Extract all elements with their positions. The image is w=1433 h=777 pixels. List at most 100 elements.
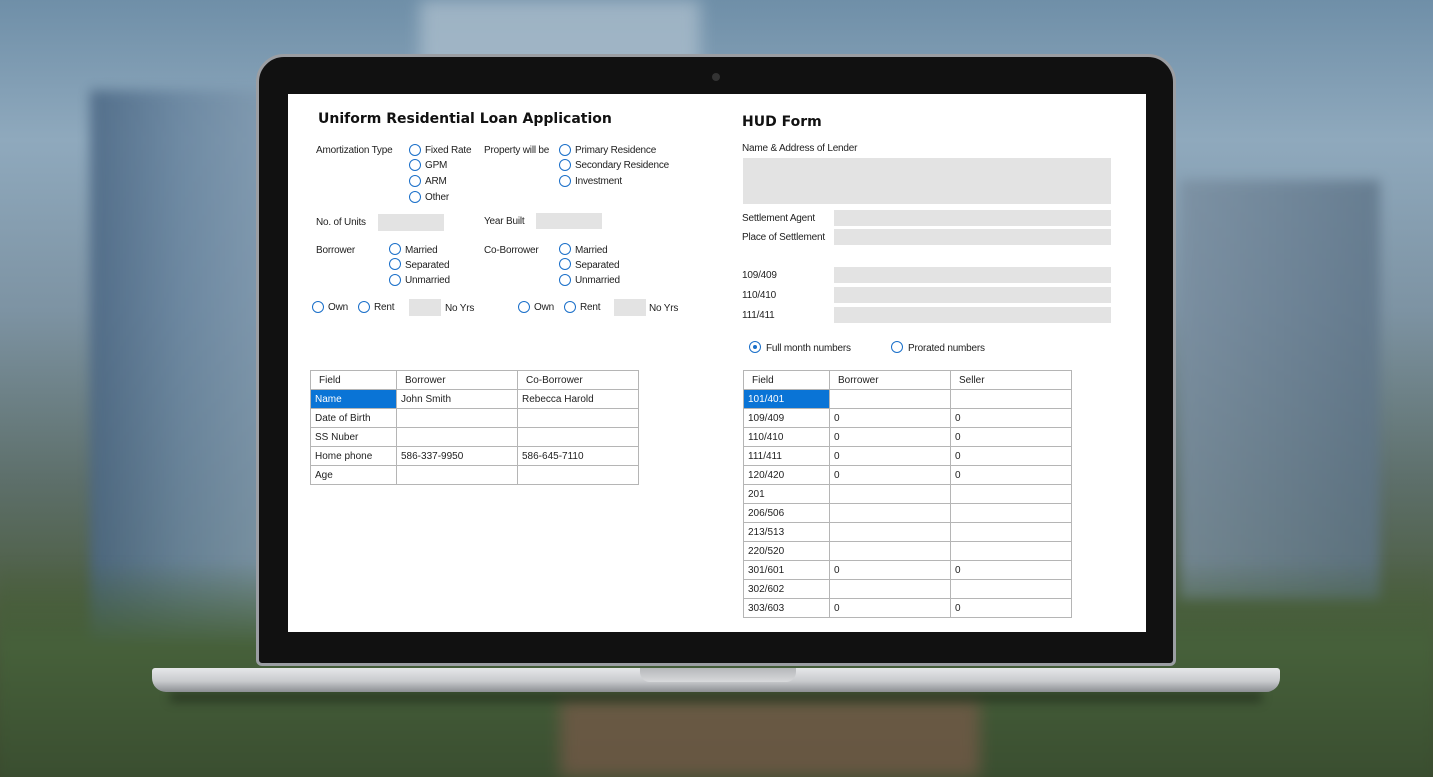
table-cell[interactable]: SS Nuber — [310, 427, 397, 447]
table-cell[interactable]: 301/601 — [743, 560, 830, 580]
year-built-input[interactable] — [536, 213, 602, 229]
table-cell[interactable] — [829, 522, 951, 542]
table-cell[interactable] — [829, 389, 951, 409]
coborrower-rent-radio[interactable] — [564, 301, 576, 313]
table-cell[interactable]: 586-337-9950 — [396, 446, 518, 466]
column-header-field[interactable]: Field — [310, 370, 397, 390]
table-cell[interactable] — [517, 408, 639, 428]
borrower-married-radio[interactable] — [389, 243, 401, 255]
column-header-field[interactable]: Field — [743, 370, 830, 390]
coborrower-own-radio[interactable] — [518, 301, 530, 313]
lender-textarea[interactable] — [743, 158, 1111, 204]
line-109-input[interactable] — [834, 267, 1111, 283]
table-cell[interactable]: 0 — [829, 446, 951, 466]
column-header-borrower[interactable]: Borrower — [829, 370, 951, 390]
table-cell[interactable] — [950, 579, 1072, 599]
line-109-label: 109/409 — [742, 270, 777, 281]
coborrower-unmarried-label: Unmarried — [575, 275, 620, 286]
settlement-agent-input[interactable] — [834, 210, 1111, 226]
table-cell[interactable] — [829, 484, 951, 504]
table-cell[interactable]: Name — [310, 389, 397, 409]
table-cell[interactable] — [396, 408, 518, 428]
table-cell[interactable]: 0 — [950, 560, 1072, 580]
table-cell[interactable]: 0 — [829, 408, 951, 428]
amortization-gpm-radio[interactable] — [409, 159, 421, 171]
loan-form-title: Uniform Residential Loan Application — [318, 111, 612, 127]
table-cell[interactable]: 0 — [950, 465, 1072, 485]
table-cell[interactable] — [396, 465, 518, 485]
borrower-years-input[interactable] — [409, 299, 441, 316]
coborrower-separated-radio[interactable] — [559, 258, 571, 270]
table-cell[interactable]: 0 — [950, 427, 1072, 447]
amortization-arm-radio[interactable] — [409, 175, 421, 187]
table-cell[interactable]: 0 — [829, 598, 951, 618]
table-cell[interactable]: 220/520 — [743, 541, 830, 561]
table-row: 109/409 0 0 — [743, 408, 1072, 428]
table-cell[interactable]: 110/410 — [743, 427, 830, 447]
table-cell[interactable]: 0 — [950, 598, 1072, 618]
prorated-label: Prorated numbers — [908, 343, 985, 354]
borrower-unmarried-radio[interactable] — [389, 274, 401, 286]
table-cell[interactable] — [517, 465, 639, 485]
table-cell[interactable] — [950, 541, 1072, 561]
property-primary-radio[interactable] — [559, 144, 571, 156]
column-header-seller[interactable]: Seller — [950, 370, 1072, 390]
prorated-radio[interactable] — [891, 341, 903, 353]
table-cell[interactable]: 586-645-7110 — [517, 446, 639, 466]
laptop-notch — [640, 668, 796, 682]
table-cell[interactable] — [950, 389, 1072, 409]
table-cell[interactable] — [950, 522, 1072, 542]
table-cell[interactable]: 0 — [829, 465, 951, 485]
table-row: Name John Smith Rebecca Harold — [310, 389, 639, 409]
property-secondary-radio[interactable] — [559, 159, 571, 171]
borrower-own-radio[interactable] — [312, 301, 324, 313]
units-input[interactable] — [378, 214, 444, 231]
amortization-fixed-radio[interactable] — [409, 144, 421, 156]
table-cell[interactable]: 120/420 — [743, 465, 830, 485]
amortization-arm-label: ARM — [425, 176, 447, 187]
table-row: 110/410 0 0 — [743, 427, 1072, 447]
table-cell[interactable]: John Smith — [396, 389, 518, 409]
app-window: Uniform Residential Loan Application Amo… — [288, 94, 1146, 632]
table-cell[interactable]: 109/409 — [743, 408, 830, 428]
table-cell[interactable]: 0 — [829, 427, 951, 447]
column-header-coborrower[interactable]: Co-Borrower — [517, 370, 639, 390]
table-cell[interactable]: 206/506 — [743, 503, 830, 523]
table-cell[interactable]: 101/401 — [743, 389, 830, 409]
table-cell[interactable]: 0 — [950, 446, 1072, 466]
borrower-unmarried-label: Unmarried — [405, 275, 450, 286]
table-cell[interactable]: 0 — [829, 560, 951, 580]
column-header-borrower[interactable]: Borrower — [396, 370, 518, 390]
table-cell[interactable] — [829, 541, 951, 561]
line-111-input[interactable] — [834, 307, 1111, 323]
table-cell[interactable] — [950, 503, 1072, 523]
table-cell[interactable]: 111/411 — [743, 446, 830, 466]
borrower-separated-radio[interactable] — [389, 258, 401, 270]
coborrower-married-radio[interactable] — [559, 243, 571, 255]
table-cell[interactable]: 213/513 — [743, 522, 830, 542]
table-row: 206/506 — [743, 503, 1072, 523]
table-cell[interactable]: Date of Birth — [310, 408, 397, 428]
table-cell[interactable]: Age — [310, 465, 397, 485]
table-cell[interactable] — [829, 503, 951, 523]
table-cell[interactable] — [829, 579, 951, 599]
place-of-settlement-input[interactable] — [834, 229, 1111, 245]
coborrower-unmarried-radio[interactable] — [559, 274, 571, 286]
table-cell[interactable]: 302/602 — [743, 579, 830, 599]
line-110-input[interactable] — [834, 287, 1111, 303]
table-cell[interactable] — [517, 427, 639, 447]
borrower-rent-radio[interactable] — [358, 301, 370, 313]
table-cell[interactable]: 201 — [743, 484, 830, 504]
table-cell[interactable]: Home phone — [310, 446, 397, 466]
full-month-radio[interactable] — [749, 341, 761, 353]
table-cell[interactable] — [396, 427, 518, 447]
table-cell[interactable] — [950, 484, 1072, 504]
amortization-other-radio[interactable] — [409, 191, 421, 203]
coborrower-separated-label: Separated — [575, 260, 620, 271]
table-cell[interactable]: Rebecca Harold — [517, 389, 639, 409]
line-111-label: 111/411 — [742, 310, 775, 321]
coborrower-years-input[interactable] — [614, 299, 646, 316]
table-cell[interactable]: 303/603 — [743, 598, 830, 618]
property-investment-radio[interactable] — [559, 175, 571, 187]
table-cell[interactable]: 0 — [950, 408, 1072, 428]
